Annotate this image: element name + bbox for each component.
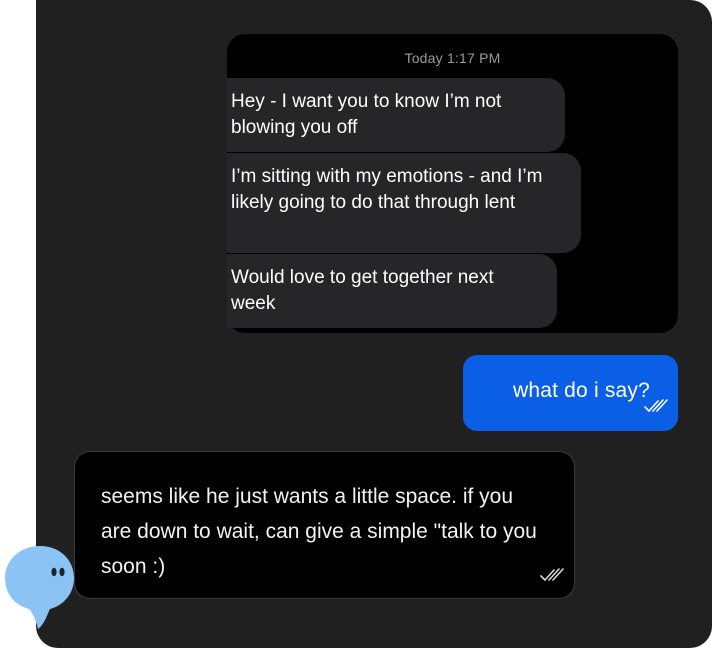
screenshot-message: Hey - I want you to know I’m not blowing… (227, 78, 565, 152)
double-check-icon (540, 567, 566, 588)
screenshot-message: I’m sitting with my emotions - and I’m l… (227, 153, 581, 253)
blue-blob-avatar-icon (5, 546, 74, 629)
double-check-icon (644, 398, 670, 419)
avatar[interactable] (0, 543, 80, 638)
screenshot-timestamp: Today 1:17 PM (404, 50, 501, 66)
assistant-reply-bubble[interactable]: seems like he just wants a little space.… (74, 451, 575, 599)
assistant-reply-text: seems like he just wants a little space.… (101, 485, 537, 578)
outgoing-message-text: what do i say? (512, 379, 650, 402)
shared-screenshot[interactable]: Today 1:17 PM Hey - I want you to know I… (227, 34, 678, 333)
screenshot-message: Would love to get together next week (227, 254, 557, 328)
outgoing-message-bubble[interactable]: what do i say? (463, 355, 678, 431)
